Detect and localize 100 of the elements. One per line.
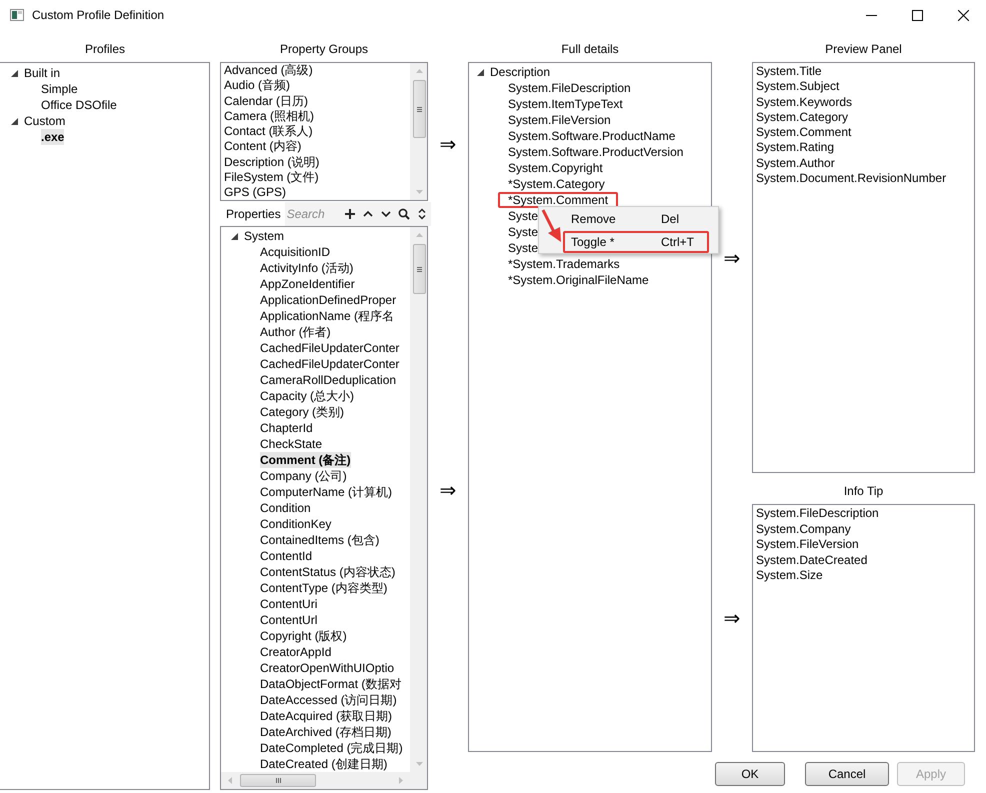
tree-item[interactable]: Simple <box>41 81 78 97</box>
tree-item[interactable]: ContentId <box>260 548 312 564</box>
tree-item[interactable]: System <box>244 228 284 244</box>
search-bar[interactable]: Search <box>284 202 431 226</box>
list-item[interactable]: System.Keywords <box>756 94 852 109</box>
tree-item[interactable]: System.ItemTypeText <box>498 96 633 112</box>
sort-icon[interactable] <box>416 208 428 220</box>
menu-item[interactable]: Toggle * Ctrl+T <box>563 231 709 253</box>
tree-item[interactable]: Built in <box>24 65 60 81</box>
list-item[interactable]: System.Subject <box>756 79 840 94</box>
list-item[interactable]: System.Category <box>756 110 848 124</box>
list-item[interactable]: Contact (联系人) <box>224 124 313 138</box>
tree-item[interactable]: DateArchived (存档日期) <box>260 724 392 740</box>
scrollbar[interactable] <box>221 772 410 789</box>
tree-item[interactable]: DateCreated (创建日期) <box>260 756 388 772</box>
list-item[interactable]: System.FileDescription <box>756 506 879 520</box>
tree-item[interactable]: DateCompleted (完成日期) <box>260 740 403 756</box>
tree-item[interactable]: AcquisitionID <box>260 244 330 260</box>
scrollbar[interactable] <box>410 63 427 200</box>
tree-item[interactable]: ContentUrl <box>260 612 318 628</box>
arrow-label[interactable]: ⇒ <box>712 609 752 629</box>
expand-icon[interactable] <box>11 118 18 124</box>
scroll-thumb[interactable] <box>240 774 316 787</box>
add-icon[interactable] <box>344 208 356 220</box>
tree-item[interactable]: Description <box>490 64 550 80</box>
list-item[interactable]: System.Comment <box>756 125 852 140</box>
tree-item[interactable]: .exe <box>41 129 64 145</box>
tree-item[interactable]: *System.Category <box>498 176 615 192</box>
tree-item[interactable]: ActivityInfo (活动) <box>260 260 354 276</box>
list-item[interactable]: System.Company <box>756 522 851 536</box>
panel-header: Info Tip <box>844 483 884 499</box>
tree-item[interactable]: Custom <box>24 113 66 129</box>
tree-item[interactable]: Company (公司) <box>260 468 347 484</box>
expand-icon[interactable] <box>231 232 238 240</box>
tree-item[interactable]: ChapterId <box>260 420 313 436</box>
tree-item[interactable]: Office DSOfile <box>41 97 117 113</box>
tree-item[interactable]: Condition <box>260 500 311 516</box>
tree-item[interactable]: System.Copyright <box>498 160 613 176</box>
tree-item[interactable]: ApplicationName (程序名 <box>260 308 394 324</box>
tree-item[interactable]: ContentType (内容类型) <box>260 580 388 596</box>
tree-item[interactable]: ApplicationDefinedProper <box>260 292 396 308</box>
scrollbar[interactable] <box>410 227 427 772</box>
tree-item[interactable]: System.FileDescription <box>498 80 641 96</box>
tree-item[interactable]: CachedFileUpdaterConter <box>260 356 400 372</box>
tree-item[interactable]: CachedFileUpdaterConter <box>260 340 400 356</box>
tree-item[interactable]: CheckState <box>260 436 322 452</box>
tree-item[interactable]: Copyright (版权) <box>260 628 347 644</box>
list-item[interactable]: Content (内容) <box>224 139 302 154</box>
scroll-thumb[interactable] <box>412 244 426 294</box>
list-item[interactable]: System.Rating <box>756 140 834 154</box>
scroll-thumb[interactable] <box>412 80 426 138</box>
list-item[interactable]: FileSystem (文件) <box>224 170 319 184</box>
tree-item[interactable]: Author (作者) <box>260 324 331 340</box>
list-item[interactable]: Advanced (高级) <box>224 63 313 77</box>
panel-header: Profiles <box>84 41 125 57</box>
dialog-button[interactable]: Cancel <box>805 762 889 786</box>
tree-item[interactable]: AppZoneIdentifier <box>260 276 355 292</box>
expand-icon[interactable] <box>11 70 18 76</box>
arrow-label[interactable]: ⇒ <box>712 249 752 269</box>
tree-item[interactable]: CreatorOpenWithUIOptio <box>260 660 394 676</box>
tree-item[interactable]: System.FileVersion <box>498 112 621 128</box>
search-icon[interactable] <box>398 208 410 220</box>
tree-item[interactable]: Category (类别) <box>260 404 344 420</box>
arrow-label[interactable]: ⇒ <box>428 135 468 155</box>
menu-item[interactable]: Remove Del <box>563 208 709 230</box>
tree-item[interactable]: ContentUri <box>260 596 318 612</box>
tree-item[interactable]: Comment (备注) <box>260 452 351 468</box>
tree-item[interactable]: ComputerName (计算机) <box>260 484 392 500</box>
tree-item[interactable]: ContainedItems (包含) <box>260 532 380 548</box>
tree-item[interactable]: CreatorAppId <box>260 644 332 660</box>
list-item[interactable]: Camera (照相机) <box>224 108 314 123</box>
list-item[interactable]: Description (说明) <box>224 154 320 169</box>
tree-item[interactable]: DateAcquired (获取日期) <box>260 708 392 724</box>
list-item[interactable]: Audio (音频) <box>224 78 290 92</box>
expand-icon[interactable] <box>477 68 484 76</box>
tree-item[interactable]: CameraRollDeduplication <box>260 372 396 388</box>
app-icon <box>10 9 24 21</box>
tree-item[interactable]: System.Software.ProductVersion <box>498 144 694 160</box>
close-icon[interactable] <box>958 10 968 20</box>
list-item[interactable]: System.DateCreated <box>756 552 868 566</box>
window-title: Custom Profile Definition <box>32 8 164 22</box>
tree-item[interactable]: ConditionKey <box>260 516 332 532</box>
dialog-button[interactable]: OK <box>715 762 785 786</box>
tree-item[interactable]: System.Software.ProductName <box>498 128 686 144</box>
list-item[interactable]: System.Size <box>756 568 823 582</box>
tree-item[interactable]: DataObjectFormat (数据对 <box>260 676 402 692</box>
tree-item[interactable]: Capacity (总大小) <box>260 388 354 404</box>
list-item[interactable]: Calendar (日历) <box>224 94 308 108</box>
list-item[interactable]: System.Author <box>756 156 835 170</box>
tree-item[interactable]: *System.OriginalFileName <box>498 272 659 288</box>
list-item[interactable]: System.Title <box>756 64 822 78</box>
maximize-icon[interactable] <box>912 10 922 20</box>
tree-item[interactable]: ContentStatus (内容状态) <box>260 564 396 580</box>
tree-item[interactable]: DateAccessed (访问日期) <box>260 692 397 708</box>
search-field[interactable]: Search <box>284 204 341 222</box>
list-item[interactable]: System.Document.RevisionNumber <box>756 171 946 186</box>
list-item[interactable]: GPS (GPS) <box>224 185 286 200</box>
list-item[interactable]: System.FileVersion <box>756 537 859 551</box>
arrow-label[interactable]: ⇒ <box>428 481 468 501</box>
tree-item[interactable]: *System.Trademarks <box>498 256 630 272</box>
